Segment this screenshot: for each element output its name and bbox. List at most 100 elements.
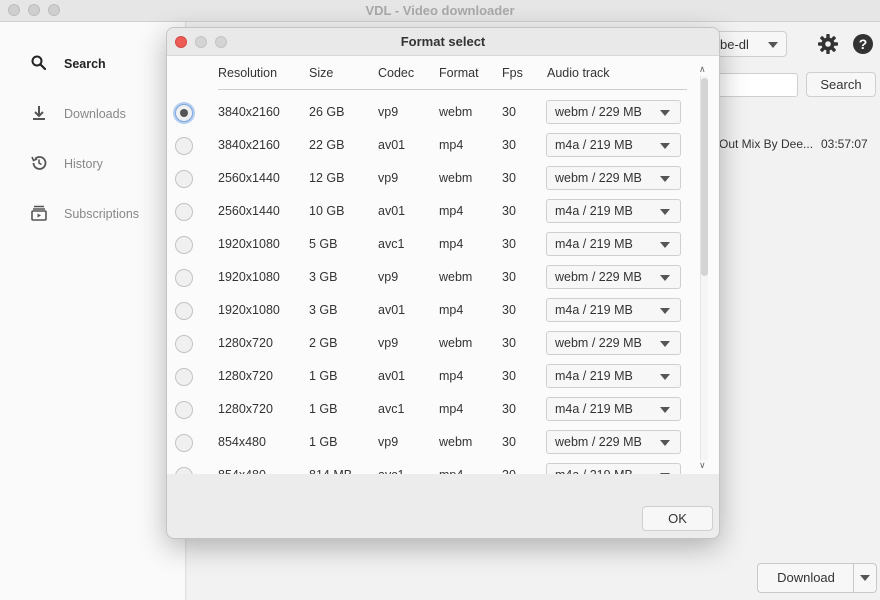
search-input[interactable] <box>717 73 798 97</box>
dialog-titlebar: Format select <box>167 28 719 56</box>
audio-track-dropdown[interactable]: webm / 229 MB <box>546 331 681 355</box>
audio-track-dropdown[interactable]: m4a / 219 MB <box>546 232 681 256</box>
cell-format: webm <box>439 105 473 119</box>
cell-size: 814 MB <box>309 468 352 474</box>
help-icon[interactable]: ? <box>853 34 873 54</box>
table-row[interactable]: 2560x1440 12 GB vp9 webm 30 webm / 229 MB <box>167 162 697 195</box>
table-row[interactable]: 854x480 814 MB avc1 mp4 30 m4a / 219 MB <box>167 459 697 474</box>
history-icon <box>30 154 48 175</box>
cell-size: 10 GB <box>309 204 345 218</box>
chevron-down-icon <box>768 42 778 48</box>
cell-fps: 30 <box>502 204 516 218</box>
cell-codec: av01 <box>378 369 406 383</box>
format-radio[interactable] <box>175 236 193 254</box>
sidebar-item-downloads[interactable]: Downloads <box>30 102 126 126</box>
audio-track-value: m4a / 219 MB <box>555 369 633 383</box>
scroll-up-icon[interactable]: ∧ <box>699 64 706 75</box>
backend-dropdown[interactable]: be-dl <box>715 31 787 57</box>
vertical-scrollbar[interactable]: ∧ ∨ <box>696 62 710 474</box>
sidebar-item-search[interactable]: Search <box>30 52 106 76</box>
sidebar-item-subscriptions[interactable]: Subscriptions <box>30 202 139 226</box>
table-row[interactable]: 1920x1080 5 GB avc1 mp4 30 m4a / 219 MB <box>167 228 697 261</box>
cell-fps: 30 <box>502 138 516 152</box>
audio-track-value: webm / 229 MB <box>555 105 642 119</box>
subscriptions-icon <box>30 204 48 225</box>
cell-resolution: 3840x2160 <box>218 105 280 119</box>
cell-format: webm <box>439 270 473 284</box>
format-radio[interactable] <box>175 467 193 474</box>
sidebar-item-history[interactable]: History <box>30 152 103 176</box>
cell-size: 12 GB <box>309 171 345 185</box>
sidebar-item-label: Downloads <box>64 107 126 121</box>
format-radio[interactable] <box>175 302 193 320</box>
table-row[interactable]: 1920x1080 3 GB vp9 webm 30 webm / 229 MB <box>167 261 697 294</box>
ok-button[interactable]: OK <box>642 506 713 531</box>
chevron-down-icon <box>660 275 670 281</box>
cell-codec: vp9 <box>378 336 399 350</box>
audio-track-dropdown[interactable]: webm / 229 MB <box>546 100 681 124</box>
table-row[interactable]: 1280x720 2 GB vp9 webm 30 webm / 229 MB <box>167 327 697 360</box>
table-row[interactable]: 3840x2160 26 GB vp9 webm 30 webm / 229 MB <box>167 96 697 129</box>
format-radio[interactable] <box>175 335 193 353</box>
format-radio[interactable] <box>175 401 193 419</box>
table-row[interactable]: 1280x720 1 GB av01 mp4 30 m4a / 219 MB <box>167 360 697 393</box>
audio-track-dropdown[interactable]: m4a / 219 MB <box>546 397 681 421</box>
table-row[interactable]: 2560x1440 10 GB av01 mp4 30 m4a / 219 MB <box>167 195 697 228</box>
cell-codec: avc1 <box>378 468 404 474</box>
format-radio[interactable] <box>175 434 193 452</box>
audio-track-dropdown[interactable]: m4a / 219 MB <box>546 298 681 322</box>
cell-fps: 30 <box>502 402 516 416</box>
cell-format: mp4 <box>439 303 464 317</box>
format-radio[interactable] <box>175 368 193 386</box>
audio-track-dropdown[interactable]: webm / 229 MB <box>546 265 681 289</box>
column-header-format: Format <box>439 66 479 80</box>
cell-format: mp4 <box>439 468 463 474</box>
result-title[interactable]: Out Mix By Dee... <box>719 137 813 151</box>
chevron-down-icon <box>660 242 670 248</box>
cell-format: mp4 <box>439 204 464 218</box>
search-button[interactable]: Search <box>806 72 876 97</box>
chevron-down-icon <box>660 110 670 116</box>
cell-resolution: 1920x1080 <box>218 303 280 317</box>
search-icon <box>30 54 48 75</box>
table-row[interactable]: 1920x1080 3 GB av01 mp4 30 m4a / 219 MB <box>167 294 697 327</box>
cell-format: webm <box>439 336 473 350</box>
cell-codec: av01 <box>378 204 406 218</box>
audio-track-dropdown[interactable]: webm / 229 MB <box>546 430 681 454</box>
format-radio[interactable] <box>175 170 193 188</box>
audio-track-dropdown[interactable]: m4a / 219 MB <box>546 463 681 474</box>
format-radio[interactable] <box>175 203 193 221</box>
column-header-resolution: Resolution <box>218 66 278 80</box>
scrollbar-thumb[interactable] <box>701 78 708 276</box>
format-radio[interactable] <box>175 269 193 287</box>
format-table: Resolution Size Codec Format Fps Audio t… <box>167 56 719 474</box>
audio-track-dropdown[interactable]: webm / 229 MB <box>546 166 681 190</box>
audio-track-dropdown[interactable]: m4a / 219 MB <box>546 199 681 223</box>
cell-resolution: 2560x1440 <box>218 204 280 218</box>
cell-fps: 30 <box>502 468 516 474</box>
gear-icon[interactable] <box>817 33 839 55</box>
audio-track-dropdown[interactable]: m4a / 219 MB <box>546 364 681 388</box>
format-radio[interactable] <box>175 104 193 122</box>
chevron-down-icon <box>660 176 670 182</box>
cell-resolution: 1280x720 <box>218 336 273 350</box>
table-row[interactable]: 3840x2160 22 GB av01 mp4 30 m4a / 219 MB <box>167 129 697 162</box>
cell-size: 2 GB <box>309 336 338 350</box>
cell-format: mp4 <box>439 402 464 416</box>
audio-track-dropdown[interactable]: m4a / 219 MB <box>546 133 681 157</box>
table-row[interactable]: 1280x720 1 GB avc1 mp4 30 m4a / 219 MB <box>167 393 697 426</box>
cell-size: 22 GB <box>309 138 345 152</box>
download-button[interactable]: Download <box>758 564 854 592</box>
cell-resolution: 1920x1080 <box>218 237 280 251</box>
chevron-down-icon[interactable] <box>860 575 870 581</box>
scroll-down-icon[interactable]: ∨ <box>699 460 706 471</box>
column-header-codec: Codec <box>378 66 415 80</box>
audio-track-value: m4a / 219 MB <box>555 303 633 317</box>
cell-fps: 30 <box>502 303 516 317</box>
format-radio[interactable] <box>175 137 193 155</box>
table-row[interactable]: 854x480 1 GB vp9 webm 30 webm / 229 MB <box>167 426 697 459</box>
cell-resolution: 1920x1080 <box>218 270 280 284</box>
cell-size: 1 GB <box>309 402 338 416</box>
audio-track-value: webm / 229 MB <box>555 435 642 449</box>
download-split-button: Download <box>757 563 877 593</box>
